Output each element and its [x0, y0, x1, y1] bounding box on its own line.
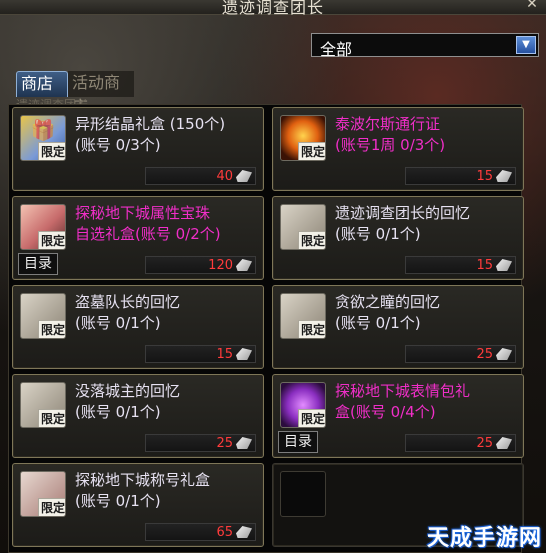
currency-icon [236, 437, 252, 449]
memory-card-icon: 限定 [20, 382, 66, 428]
limited-badge: 限定 [298, 409, 325, 427]
limited-badge: 限定 [38, 409, 65, 427]
price-bar: 15 [145, 345, 256, 363]
filter-value: 全部 [320, 40, 353, 59]
item-grid: 🎁 限定 异形结晶礼盒 (150个) (账号 0/3个) 40 限定 泰波尔斯通… [8, 104, 524, 553]
limited-badge: 限定 [38, 142, 65, 160]
limited-badge: 限定 [38, 320, 65, 338]
price-bar: 65 [145, 523, 256, 541]
currency-icon [236, 170, 252, 182]
currency-icon [496, 259, 512, 271]
shop-item-card[interactable]: 限定 遗迹调查团长的回忆 (账号 0/1个) 15 [272, 196, 524, 280]
item-price: 25 [216, 436, 233, 451]
currency-icon [496, 348, 512, 360]
price-bar: 25 [145, 434, 256, 452]
limited-badge: 限定 [298, 231, 325, 249]
catalog-button[interactable]: 目录 [18, 253, 58, 275]
emote-box-icon: 限定 [280, 382, 326, 428]
limited-badge: 限定 [38, 498, 65, 516]
shop-item-card[interactable]: 限定 目录 探秘地下城表情包礼 盒(账号 0/4个) 25 [272, 374, 524, 458]
price-bar: 25 [405, 345, 516, 363]
shop-item-card[interactable]: 限定 探秘地下城称号礼盒 (账号 0/1个) 65 [12, 463, 264, 547]
limited-badge: 限定 [298, 320, 325, 338]
item-name: 盗墓队长的回忆 (账号 0/1个) [75, 293, 181, 332]
gift-box-icon: 🎁 限定 [20, 115, 66, 161]
item-price: 15 [476, 169, 493, 184]
shop-item-card[interactable]: 限定 泰波尔斯通行证 (账号1周 0/3个) 15 [272, 107, 524, 191]
fire-emblem-icon: 限定 [280, 115, 326, 161]
watermark: 天成手游网 [426, 526, 542, 551]
item-name: 遗迹调查团长的回忆 (账号 0/1个) [335, 204, 471, 243]
item-name: 贪欲之瞳的回忆 (账号 0/1个) [335, 293, 441, 332]
shop-item-card[interactable]: 限定 目录 探秘地下城属性宝珠 自选礼盒(账号 0/2个) 120 [12, 196, 264, 280]
item-price: 15 [216, 347, 233, 362]
memory-card-icon: 限定 [280, 204, 326, 250]
currency-icon [496, 170, 512, 182]
filter-dropdown[interactable]: 全部 ▼ [311, 33, 539, 59]
price-bar: 40 [145, 167, 256, 185]
item-name: 没落城主的回忆 (账号 0/1个) [75, 382, 181, 421]
shop-item-card[interactable]: 🎁 限定 异形结晶礼盒 (150个) (账号 0/3个) 40 [12, 107, 264, 191]
item-price: 15 [476, 258, 493, 273]
empty-thumb [280, 471, 326, 517]
currency-icon [236, 259, 252, 271]
item-price: 25 [476, 347, 493, 362]
currency-icon [236, 348, 252, 360]
shop-item-card[interactable]: 限定 贪欲之瞳的回忆 (账号 0/1个) 25 [272, 285, 524, 369]
item-name: 泰波尔斯通行证 (账号1周 0/3个) [335, 115, 446, 154]
price-bar: 25 [405, 434, 516, 452]
close-icon[interactable]: ✕ [524, 0, 540, 12]
shop-item-card[interactable]: 限定 盗墓队长的回忆 (账号 0/1个) 15 [12, 285, 264, 369]
tab-shop[interactable]: 商店 [16, 71, 68, 97]
item-name: 探秘地下城属性宝珠 自选礼盒(账号 0/2个) [75, 204, 221, 243]
catalog-button[interactable]: 目录 [278, 431, 318, 453]
item-price: 25 [476, 436, 493, 451]
title-bar: 遗迹调查团长 ✕ [0, 0, 546, 17]
item-name: 异形结晶礼盒 (150个) (账号 0/3个) [75, 115, 226, 154]
price-bar: 15 [405, 167, 516, 185]
limited-badge: 限定 [38, 231, 65, 249]
item-price: 120 [208, 258, 233, 273]
orb-box-icon: 限定 [20, 204, 66, 250]
item-name: 探秘地下城表情包礼 盒(账号 0/4个) [335, 382, 471, 421]
price-bar: 15 [405, 256, 516, 274]
limited-badge: 限定 [298, 142, 325, 160]
currency-icon [496, 437, 512, 449]
title-box-icon: 限定 [20, 471, 66, 517]
item-price: 65 [216, 525, 233, 540]
price-bar: 120 [145, 256, 256, 274]
chevron-down-icon[interactable]: ▼ [516, 36, 536, 54]
tab-activity-shop[interactable]: 活动商店 [68, 71, 134, 116]
shop-item-card[interactable]: 限定 没落城主的回忆 (账号 0/1个) 25 [12, 374, 264, 458]
item-name: 探秘地下城称号礼盒 (账号 0/1个) [75, 471, 211, 510]
currency-icon [236, 526, 252, 538]
memory-card-icon: 限定 [20, 293, 66, 339]
item-price: 40 [216, 169, 233, 184]
memory-card-icon: 限定 [280, 293, 326, 339]
